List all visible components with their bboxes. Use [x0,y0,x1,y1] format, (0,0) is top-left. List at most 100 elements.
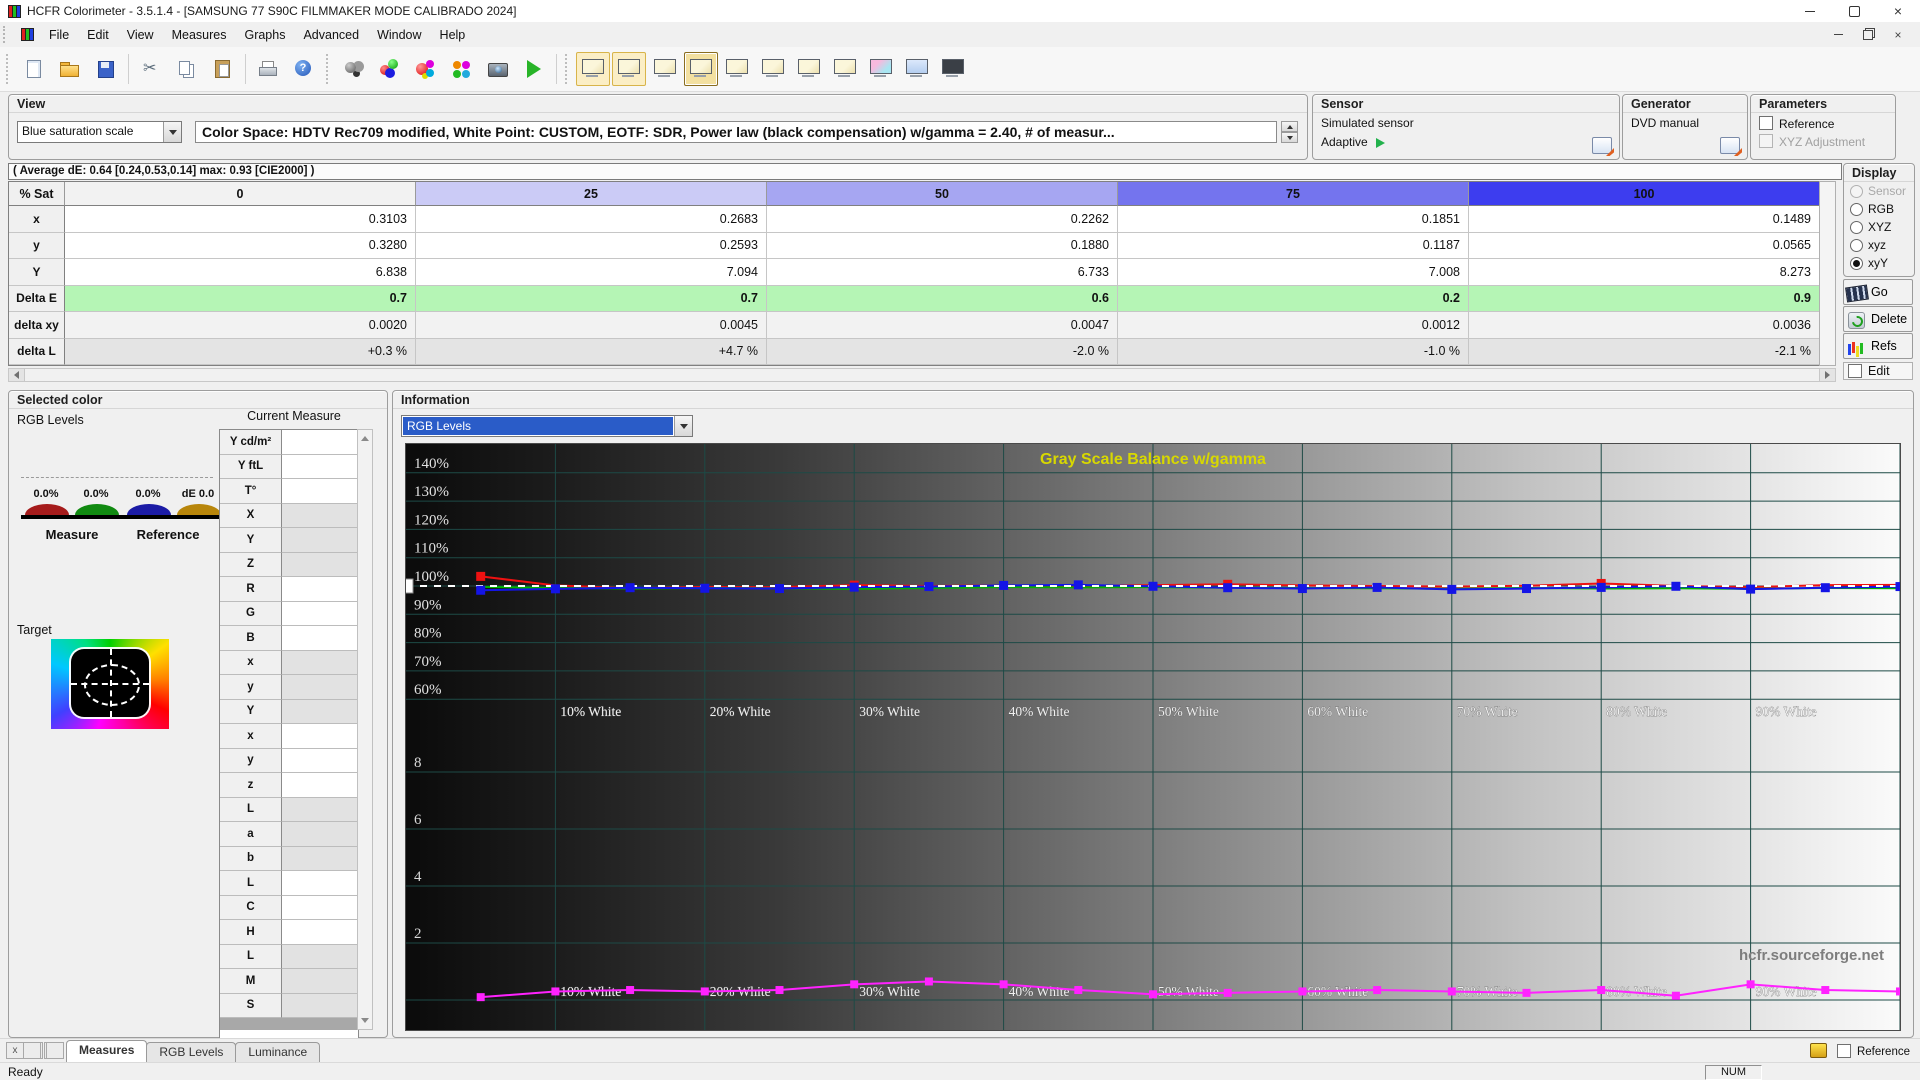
graph-cie-chromaticity-button[interactable] [720,52,754,86]
measure-colorchecker-button[interactable] [445,52,479,86]
measure-cell[interactable]: 0.7 [65,286,416,313]
reference-checkbox-row[interactable]: Reference [1759,116,1834,131]
mdi-minimize-button[interactable] [1830,28,1846,42]
graph-delta-e-button[interactable] [756,52,790,86]
new-document-button[interactable] [17,52,51,86]
snapshot-button[interactable] [481,52,515,86]
graph-contrast-button[interactable] [828,52,862,86]
copy-button[interactable] [170,52,204,86]
paste-button[interactable] [206,52,240,86]
graph-sat-luminance-button[interactable] [792,52,826,86]
current-measure-scrollbar[interactable] [357,429,373,1030]
tab-rgb-levels[interactable]: RGB Levels [146,1042,236,1062]
measure-grayscale-button[interactable] [337,52,371,86]
menu-help[interactable]: Help [431,24,475,46]
maximize-button[interactable] [1832,0,1876,22]
scroll-right-button[interactable] [1819,369,1835,381]
graph-select-arrow-icon[interactable] [674,416,692,436]
tab-close-button[interactable]: x [6,1042,24,1059]
measure-cell[interactable]: 8.273 [1469,259,1820,286]
reference-checkbox[interactable] [1759,116,1773,130]
measure-cell[interactable]: 0.1489 [1469,206,1820,233]
graph-rgb-levels-button[interactable] [648,52,682,86]
close-button[interactable]: × [1876,0,1920,22]
measure-cell[interactable]: 0.6 [767,286,1118,313]
sensor-configure-button[interactable] [1592,137,1612,154]
delete-button[interactable]: Delete [1843,306,1913,332]
graph-color-temperature-button[interactable] [684,52,718,86]
menu-advanced[interactable]: Advanced [294,24,368,46]
measure-cell[interactable]: 7.094 [416,259,767,286]
measure-cell[interactable]: +4.7 % [416,339,767,366]
measure-cell[interactable]: 0.0020 [65,312,416,339]
measure-saturations-button[interactable] [409,52,443,86]
display-option-rgb[interactable]: RGB [1844,200,1914,218]
measure-cell[interactable]: 0.0047 [767,312,1118,339]
display-option-xyz[interactable]: xyz [1844,236,1914,254]
measure-cell[interactable]: 6.733 [767,259,1118,286]
scale-select-arrow-icon[interactable] [163,122,181,142]
go-button[interactable]: Go [1843,279,1913,305]
measure-cell[interactable]: 0.3280 [65,233,416,260]
run-measures-button[interactable] [517,52,551,86]
menu-view[interactable]: View [118,24,163,46]
graph-fullscreen-button[interactable] [936,52,970,86]
scroll-left-button[interactable] [9,369,25,381]
mdi-close-button[interactable]: × [1890,28,1906,42]
menu-measures[interactable]: Measures [163,24,236,46]
measure-cell[interactable]: 0.0036 [1469,312,1820,339]
menu-window[interactable]: Window [368,24,430,46]
graph-gamma-button[interactable] [612,52,646,86]
edit-checkbox[interactable] [1848,364,1862,378]
about-button[interactable] [287,52,321,86]
measure-primaries-button[interactable] [373,52,407,86]
measure-cell[interactable]: 0.2262 [767,206,1118,233]
measure-cell[interactable]: +0.3 % [65,339,416,366]
edit-checkbox-row[interactable]: Edit [1843,362,1913,380]
measure-cell[interactable]: -2.0 % [767,339,1118,366]
scale-select[interactable]: Blue saturation scale [17,121,182,143]
measure-cell[interactable]: 0.1187 [1118,233,1469,260]
measure-cell[interactable]: -1.0 % [1118,339,1469,366]
generator-configure-button[interactable] [1720,137,1740,154]
open-document-button[interactable] [53,52,87,86]
scroll-up-icon[interactable] [361,432,369,441]
tab-scroll-right-button[interactable] [44,1042,62,1059]
table-vertical-scrollbar[interactable] [1819,181,1836,366]
menu-edit[interactable]: Edit [78,24,118,46]
spinner-up-button[interactable] [1281,121,1298,132]
reference-toggle-row[interactable]: Reference [1837,1044,1910,1058]
save-document-button[interactable] [89,52,123,86]
minimize-button[interactable] [1788,0,1832,22]
measure-cell[interactable]: 0.1880 [767,233,1118,260]
graph-history-button[interactable] [900,52,934,86]
measure-cell[interactable]: 0.7 [416,286,767,313]
mdi-restore-button[interactable] [1860,28,1876,42]
measure-cell[interactable]: 0.0565 [1469,233,1820,260]
measure-cell[interactable]: 0.2683 [416,206,767,233]
print-button[interactable] [251,52,285,86]
measure-cell[interactable]: 0.2593 [416,233,767,260]
menu-graphs[interactable]: Graphs [235,24,294,46]
reference-toggle-checkbox[interactable] [1837,1044,1851,1058]
measure-cell[interactable]: 0.0045 [416,312,767,339]
measure-cell[interactable]: 0.3103 [65,206,416,233]
graph-select[interactable]: RGB Levels [401,415,693,437]
tab-luminance[interactable]: Luminance [235,1042,320,1062]
tab-scroll-left-button[interactable] [25,1042,43,1059]
refs-button[interactable]: Refs [1843,333,1913,359]
tab-measures[interactable]: Measures [66,1040,147,1062]
spinner-down-button[interactable] [1281,132,1298,143]
measure-cell[interactable]: 0.1851 [1118,206,1469,233]
table-horizontal-scrollbar[interactable] [8,368,1836,382]
menu-file[interactable]: File [40,24,78,46]
graph-spectrum-button[interactable] [864,52,898,86]
graph-luminance-button[interactable] [576,52,610,86]
display-option-xyz[interactable]: XYZ [1844,218,1914,236]
display-option-xyy[interactable]: xyY [1844,254,1914,272]
measure-cell[interactable]: 0.0012 [1118,312,1469,339]
scroll-down-icon[interactable] [361,1018,369,1027]
measure-cell[interactable]: 0.2 [1118,286,1469,313]
measure-cell[interactable]: -2.1 % [1469,339,1820,366]
measure-cell[interactable]: 7.008 [1118,259,1469,286]
